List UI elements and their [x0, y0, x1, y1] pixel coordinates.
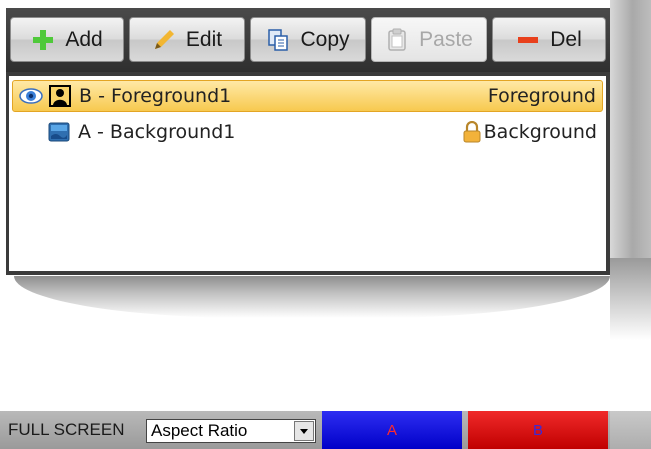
- layer-row-a[interactable]: A - Background1 Background: [12, 116, 603, 148]
- right-shade: [610, 0, 651, 340]
- add-label: Add: [65, 27, 103, 51]
- edit-label: Edit: [185, 27, 223, 51]
- copy-icon: [266, 28, 290, 52]
- layer-row-b[interactable]: B - Foreground1 Foreground: [12, 80, 603, 112]
- layer-kind-label: Foreground: [487, 85, 596, 107]
- bottom-bar: FULL SCREEN Aspect Ratio A B: [0, 411, 651, 449]
- swatch-a-label: A: [386, 421, 397, 439]
- minus-icon: [516, 28, 540, 52]
- eye-icon[interactable]: [19, 86, 43, 106]
- edit-button[interactable]: Edit: [129, 17, 245, 62]
- paste-label: Paste: [419, 27, 473, 51]
- chevron-down-icon[interactable]: [294, 421, 314, 441]
- copy-button[interactable]: Copy: [250, 17, 366, 62]
- add-button[interactable]: Add: [10, 17, 124, 62]
- layers-panel: Add Edit Copy Paste Del B - Foreground1 …: [6, 8, 610, 275]
- pencil-icon: [152, 28, 176, 52]
- aspect-ratio-value: Aspect Ratio: [151, 421, 248, 440]
- swatch-a-button[interactable]: A: [322, 411, 462, 449]
- image-layer-icon: [48, 121, 70, 143]
- layer-kind: Background: [462, 120, 597, 143]
- delete-label: Del: [550, 27, 582, 51]
- swatch-b-label: B: [532, 421, 543, 439]
- paste-button[interactable]: Paste: [371, 17, 487, 62]
- bottom-bar-right-shade: [610, 411, 651, 449]
- aspect-ratio-select[interactable]: Aspect Ratio: [146, 419, 316, 443]
- layer-list[interactable]: B - Foreground1 Foreground A - Backgroun…: [9, 76, 606, 271]
- plus-icon: [31, 28, 55, 52]
- swatch-b-button[interactable]: B: [468, 411, 608, 449]
- full-screen-label[interactable]: FULL SCREEN: [8, 411, 125, 449]
- layer-name: A - Background1: [78, 121, 236, 143]
- layer-kind: Foreground: [488, 85, 596, 107]
- layer-kind-label: Background: [483, 121, 597, 143]
- delete-button[interactable]: Del: [492, 17, 606, 62]
- copy-label: Copy: [300, 27, 350, 51]
- layer-name: B - Foreground1: [79, 85, 232, 107]
- portrait-layer-icon: [49, 85, 71, 107]
- panel-shadow: [14, 276, 610, 318]
- layers-toolbar: Add Edit Copy Paste Del: [6, 8, 610, 72]
- clipboard-icon: [385, 28, 409, 52]
- lock-icon: [462, 120, 482, 143]
